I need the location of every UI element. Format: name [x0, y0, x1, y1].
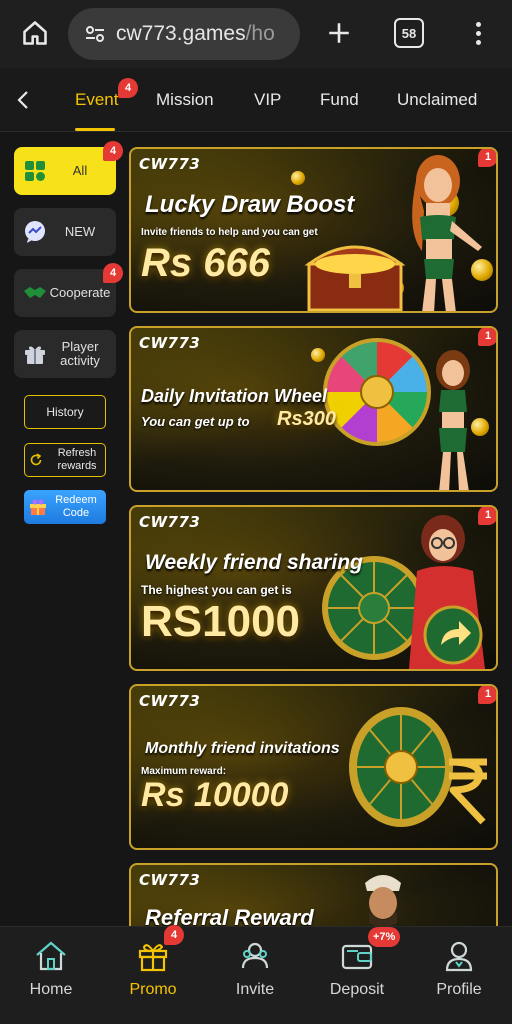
banner-title: Monthly friend invitations — [145, 740, 340, 757]
sidebar-cooperate-badge: 4 — [103, 263, 123, 283]
tab-unclaimed[interactable]: Unclaimed — [397, 90, 477, 110]
banner-subtitle: The highest you can get is — [141, 583, 292, 597]
site-settings-icon[interactable] — [80, 19, 110, 49]
tab-fund[interactable]: Fund — [320, 90, 359, 110]
new-tab-icon[interactable] — [322, 16, 356, 50]
sidebar-item-new[interactable]: NEW — [14, 208, 116, 256]
banner-title: Lucky Draw Boost — [145, 191, 355, 218]
banner-subtitle: You can get up to — [141, 414, 250, 429]
banner-amount: Rs300 — [277, 408, 336, 430]
handshake-icon — [22, 280, 48, 306]
active-tab-indicator — [75, 128, 115, 131]
banner-weekly-friend-sharing[interactable]: CW773 Weekly friend sharing The highest … — [129, 505, 498, 671]
sidebar-item-label: NEW — [64, 224, 96, 239]
banner-badge: 1 — [478, 328, 496, 346]
home-icon — [34, 939, 68, 973]
brand-logo: CW773 — [139, 692, 201, 710]
url-text: cw773.games/ho — [116, 22, 275, 46]
browser-home-icon[interactable] — [18, 16, 52, 50]
banner-badge: 1 — [478, 149, 496, 167]
tab-vip[interactable]: VIP — [254, 90, 281, 110]
nav-label: Invite — [235, 981, 275, 998]
nav-label: Deposit — [329, 981, 385, 998]
redeem-code-button[interactable]: Redeem Code — [24, 490, 106, 524]
url-path: /ho — [245, 22, 275, 45]
event-tab-bar: Event 4 Mission VIP Fund Unclaimed — [0, 68, 512, 132]
nav-promo-badge: 4 — [164, 925, 184, 945]
sidebar-item-label: Cooperate — [49, 285, 111, 300]
banner-amount: Rs 666 — [141, 241, 270, 285]
prize-wheel-illustration — [323, 338, 431, 446]
banner-subtitle: Invite friends to help and you can get — [141, 227, 318, 238]
brand-logo: CW773 — [139, 334, 201, 352]
sidebar-all-badge: 4 — [103, 141, 123, 161]
browser-toolbar: cw773.games/ho 58 — [0, 0, 512, 68]
bottom-navigation: Home Promo 4 Invite Deposit +7% Profile — [0, 925, 512, 1024]
tab-mission[interactable]: Mission — [156, 90, 214, 110]
banner-badge: 1 — [478, 686, 496, 704]
rupee-symbol-icon — [448, 758, 487, 825]
nav-invite[interactable]: Invite — [204, 927, 306, 1024]
redeem-code-label: Redeem Code — [55, 494, 97, 519]
url-domain: cw773.games — [116, 22, 246, 45]
share-arrow-icon — [423, 605, 483, 665]
history-button[interactable]: History — [24, 395, 106, 429]
banner-amount: RS1000 — [141, 597, 301, 646]
tab-event[interactable]: Event — [75, 90, 118, 110]
redeem-gift-icon — [28, 497, 50, 517]
sidebar-item-all[interactable]: All — [14, 147, 116, 195]
back-arrow-icon[interactable] — [12, 88, 34, 112]
tab-switcher-button[interactable]: 58 — [394, 18, 424, 48]
banner-amount: Rs 10000 — [141, 776, 289, 814]
brand-logo: CW773 — [139, 155, 201, 173]
nav-promo[interactable]: Promo — [102, 927, 204, 1024]
sidebar-item-player-activity[interactable]: Player activity — [14, 330, 116, 378]
nav-deposit-badge: +7% — [368, 927, 401, 947]
address-bar[interactable]: cw773.games/ho — [68, 8, 300, 60]
invite-icon — [238, 939, 272, 973]
sidebar-item-label: Player activity — [60, 339, 100, 368]
more-menu-icon[interactable] — [466, 16, 490, 50]
sidebar-item-label: All — [72, 163, 88, 178]
woman-figure-illustration — [412, 155, 482, 311]
nav-profile[interactable]: Profile — [408, 927, 510, 1024]
banner-title: Weekly friend sharing — [145, 551, 363, 574]
gift-icon — [22, 341, 48, 367]
nav-label: Home — [29, 981, 73, 998]
profile-icon — [442, 939, 476, 973]
refresh-rewards-label: Refresh rewards — [57, 447, 97, 472]
nav-label: Promo — [129, 981, 177, 998]
promo-page: cw773.games/ho 58 Event 4 Mission VIP Fu… — [0, 0, 512, 1024]
grid-icon — [22, 158, 48, 184]
brand-logo: CW773 — [139, 871, 201, 889]
nav-label: Profile — [436, 981, 482, 998]
sidebar-item-cooperate[interactable]: Cooperate — [14, 269, 116, 317]
banner-lucky-draw-boost[interactable]: CW773 Lucky Draw Boost Invite friends to… — [129, 147, 498, 313]
refresh-rewards-button[interactable]: Refresh rewards — [24, 443, 106, 477]
tab-event-badge: 4 — [118, 78, 138, 98]
banner-badge: 1 — [478, 507, 496, 525]
chat-icon — [22, 219, 48, 245]
nav-home[interactable]: Home — [0, 927, 102, 1024]
banner-title: Daily Invitation Wheel — [141, 386, 328, 406]
banner-daily-invitation-wheel[interactable]: CW773 Daily Invitation Wheel You can get… — [129, 326, 498, 492]
wallet-icon — [340, 939, 374, 973]
refresh-icon — [29, 453, 45, 467]
brand-logo: CW773 — [139, 513, 201, 531]
banner-monthly-friend-invitations[interactable]: CW773 Monthly friend invitations Maximum… — [129, 684, 498, 850]
